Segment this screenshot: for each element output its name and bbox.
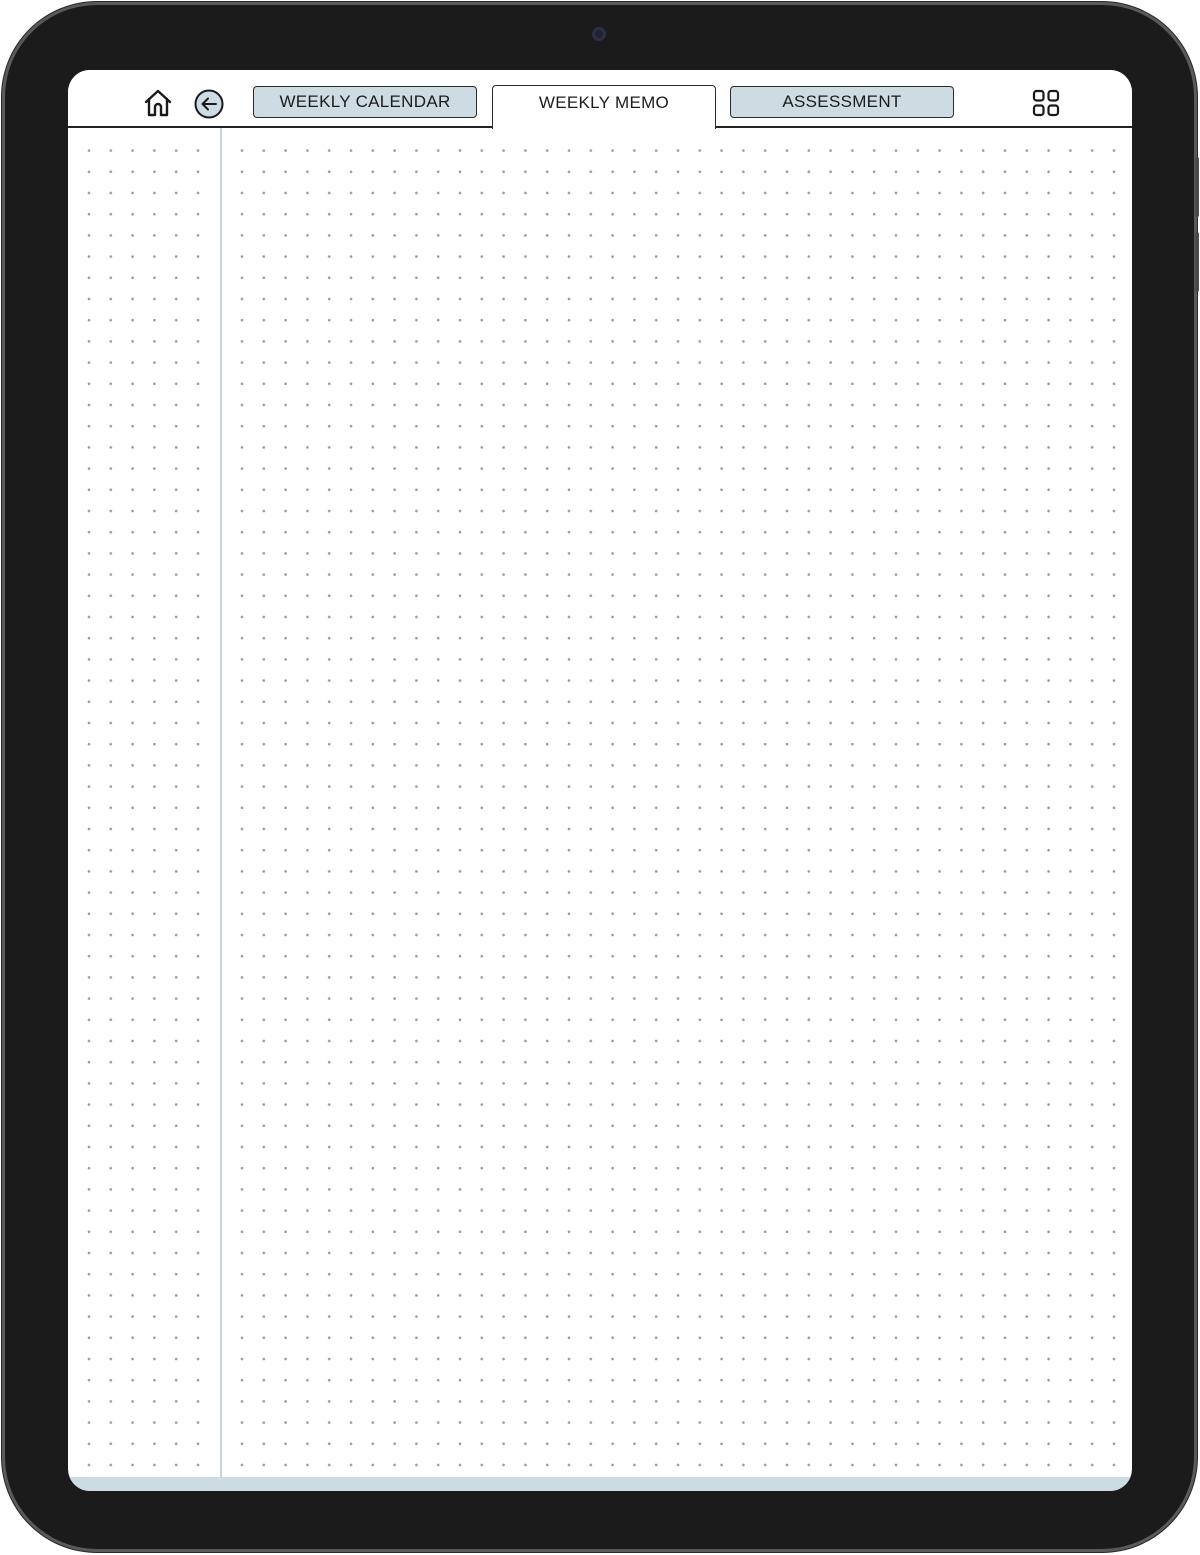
bottom-strip — [68, 1477, 1132, 1491]
memo-page[interactable] — [68, 128, 1132, 1477]
arrow-left-circle-icon — [193, 88, 225, 125]
volume-up-button — [1195, 157, 1199, 217]
home-button[interactable] — [140, 88, 176, 122]
margin-divider — [220, 128, 222, 1491]
grid-menu-button[interactable] — [1029, 88, 1063, 122]
tab-assessment[interactable]: ASSESSMENT — [730, 86, 954, 118]
home-icon — [142, 87, 174, 124]
margin-dot-grid — [76, 138, 216, 1468]
top-navigation-bar: WEEKLY CALENDAR WEEKLY MEMO ASSESSMENT — [68, 70, 1132, 129]
tab-weekly-memo[interactable]: WEEKLY MEMO — [492, 85, 716, 129]
front-camera — [592, 27, 606, 41]
tab-weekly-calendar[interactable]: WEEKLY CALENDAR — [253, 86, 477, 118]
main-dot-grid — [230, 138, 1124, 1468]
volume-down-button — [1195, 232, 1199, 292]
back-button[interactable] — [192, 89, 226, 123]
tablet-device: WEEKLY CALENDAR WEEKLY MEMO ASSESSMENT — [2, 2, 1199, 1552]
planner-screen: WEEKLY CALENDAR WEEKLY MEMO ASSESSMENT — [68, 70, 1132, 1491]
grid-icon — [1031, 88, 1061, 123]
